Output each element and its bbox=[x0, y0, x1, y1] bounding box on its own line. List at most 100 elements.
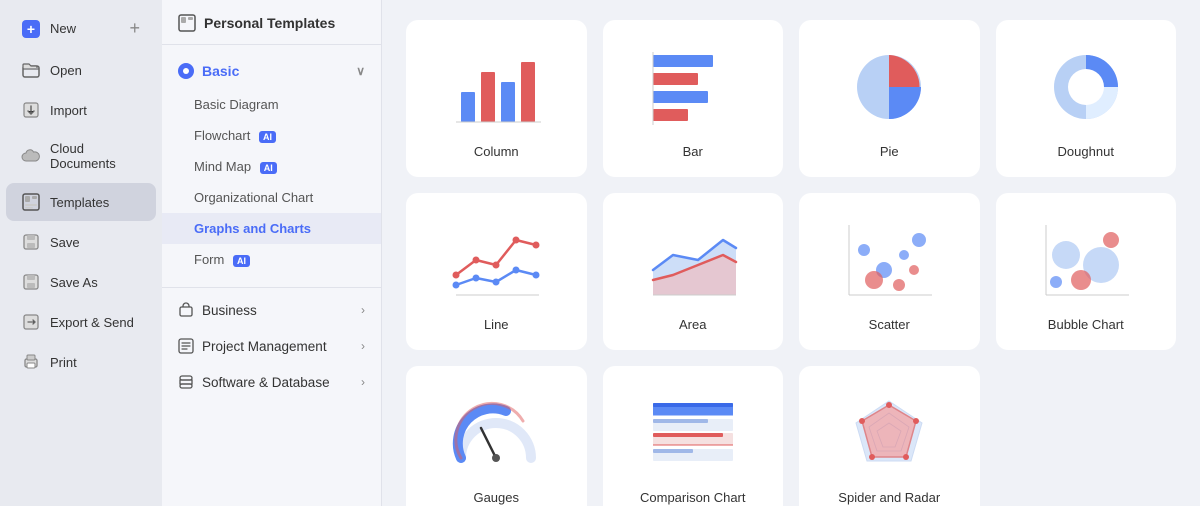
chart-preview-doughnut bbox=[1036, 42, 1136, 132]
business-label: Business bbox=[202, 303, 257, 318]
personal-templates-label: Personal Templates bbox=[204, 15, 335, 31]
software-database-icon bbox=[178, 374, 194, 390]
chart-preview-pie bbox=[839, 42, 939, 132]
chart-preview-scatter bbox=[839, 215, 939, 305]
save-icon bbox=[22, 233, 40, 251]
chart-card-pie[interactable]: Pie bbox=[799, 20, 980, 177]
business-icon bbox=[178, 302, 194, 318]
chart-card-area[interactable]: Area bbox=[603, 193, 784, 350]
import-icon bbox=[22, 101, 40, 119]
nav-sub-graphs-charts[interactable]: Graphs and Charts bbox=[162, 213, 381, 244]
chart-grid: Column Bar bbox=[406, 20, 1176, 506]
sidebar-item-import[interactable]: Import bbox=[6, 91, 156, 129]
templates-icon bbox=[22, 193, 40, 211]
chart-card-scatter[interactable]: Scatter bbox=[799, 193, 980, 350]
graphs-charts-label: Graphs and Charts bbox=[194, 221, 311, 236]
nav-sub-mindmap[interactable]: Mind Map AI bbox=[162, 151, 381, 182]
flowchart-label: Flowchart bbox=[194, 128, 250, 143]
software-database-label: Software & Database bbox=[202, 375, 330, 390]
nav-top-business[interactable]: Business › bbox=[162, 292, 381, 328]
chart-card-spider[interactable]: Spider and Radar bbox=[799, 366, 980, 506]
sidebar-item-save[interactable]: Save bbox=[6, 223, 156, 261]
chart-label-line: Line bbox=[484, 317, 509, 332]
chart-preview-spider bbox=[839, 388, 939, 478]
main-content: Column Bar bbox=[382, 0, 1200, 506]
nav-section-basic: Basic ∨ Basic Diagram Flowchart AI Mind … bbox=[162, 45, 381, 283]
mindmap-ai-badge: AI bbox=[260, 162, 277, 174]
chart-label-scatter: Scatter bbox=[869, 317, 910, 332]
chart-card-line[interactable]: Line bbox=[406, 193, 587, 350]
divider-1 bbox=[162, 287, 381, 288]
basic-icon bbox=[178, 63, 194, 79]
open-icon bbox=[22, 61, 40, 79]
sidebar-item-open[interactable]: Open bbox=[6, 51, 156, 89]
project-chevron: › bbox=[361, 339, 365, 353]
saveas-icon bbox=[22, 273, 40, 291]
basic-diagram-label: Basic Diagram bbox=[194, 97, 279, 112]
basic-label: Basic bbox=[202, 63, 239, 79]
export-icon bbox=[22, 313, 40, 331]
org-chart-label: Organizational Chart bbox=[194, 190, 313, 205]
business-chevron: › bbox=[361, 303, 365, 317]
cloud-icon bbox=[22, 147, 40, 165]
sidebar-item-templates-label: Templates bbox=[50, 195, 109, 210]
chart-label-gauges: Gauges bbox=[473, 490, 519, 505]
flowchart-ai-badge: AI bbox=[259, 131, 276, 143]
chart-card-doughnut[interactable]: Doughnut bbox=[996, 20, 1177, 177]
sidebar-item-export-label: Export & Send bbox=[50, 315, 134, 330]
personal-templates-item[interactable]: Personal Templates bbox=[162, 0, 381, 45]
chart-card-column[interactable]: Column bbox=[406, 20, 587, 177]
chart-preview-bar bbox=[643, 42, 743, 132]
sidebar-item-templates[interactable]: Templates bbox=[6, 183, 156, 221]
add-icon: + bbox=[129, 18, 140, 39]
sidebar-item-print-label: Print bbox=[50, 355, 77, 370]
nav-sub-flowchart[interactable]: Flowchart AI bbox=[162, 120, 381, 151]
chart-preview-column bbox=[446, 42, 546, 132]
form-ai-badge: AI bbox=[233, 255, 250, 267]
chart-card-bar[interactable]: Bar bbox=[603, 20, 784, 177]
nav-sub-org-chart[interactable]: Organizational Chart bbox=[162, 182, 381, 213]
chart-label-doughnut: Doughnut bbox=[1058, 144, 1114, 159]
nav-category-basic[interactable]: Basic ∨ bbox=[162, 53, 381, 89]
nav-top-software-database[interactable]: Software & Database › bbox=[162, 364, 381, 400]
chart-label-comparison: Comparison Chart bbox=[640, 490, 746, 505]
nav-sub-basic-diagram[interactable]: Basic Diagram bbox=[162, 89, 381, 120]
chart-preview-gauges bbox=[446, 388, 546, 478]
chart-label-bar: Bar bbox=[683, 144, 703, 159]
chart-card-bubble[interactable]: Bubble Chart bbox=[996, 193, 1177, 350]
sidebar-item-open-label: Open bbox=[50, 63, 82, 78]
chart-preview-comparison bbox=[643, 388, 743, 478]
plus-icon: + bbox=[22, 20, 40, 38]
chart-card-gauges[interactable]: Gauges bbox=[406, 366, 587, 506]
chart-preview-bubble bbox=[1036, 215, 1136, 305]
chart-label-area: Area bbox=[679, 317, 706, 332]
project-management-icon bbox=[178, 338, 194, 354]
sidebar-item-cloud[interactable]: Cloud Documents bbox=[6, 131, 156, 181]
basic-chevron: ∨ bbox=[356, 64, 365, 78]
sidebar-item-save-label: Save bbox=[50, 235, 80, 250]
chart-preview-line bbox=[446, 215, 546, 305]
chart-preview-area bbox=[643, 215, 743, 305]
sidebar-item-new-label: New bbox=[50, 21, 76, 36]
software-db-chevron: › bbox=[361, 375, 365, 389]
middle-panel: Personal Templates Basic ∨ Basic Diagram… bbox=[162, 0, 382, 506]
sidebar-item-new[interactable]: + New + bbox=[6, 8, 156, 49]
sidebar-item-export[interactable]: Export & Send bbox=[6, 303, 156, 341]
chart-card-comparison[interactable]: Comparison Chart bbox=[603, 366, 784, 506]
chart-label-spider: Spider and Radar bbox=[838, 490, 940, 505]
nav-top-project-management[interactable]: Project Management › bbox=[162, 328, 381, 364]
form-label: Form bbox=[194, 252, 224, 267]
print-icon bbox=[22, 353, 40, 371]
sidebar-item-cloud-label: Cloud Documents bbox=[50, 141, 140, 171]
project-management-label: Project Management bbox=[202, 339, 327, 354]
sidebar-item-import-label: Import bbox=[50, 103, 87, 118]
chart-label-column: Column bbox=[474, 144, 519, 159]
sidebar-item-saveas[interactable]: Save As bbox=[6, 263, 156, 301]
sidebar-item-print[interactable]: Print bbox=[6, 343, 156, 381]
personal-templates-icon bbox=[178, 14, 196, 32]
chart-label-bubble: Bubble Chart bbox=[1048, 317, 1124, 332]
chart-label-pie: Pie bbox=[880, 144, 899, 159]
sidebar: + New + Open Import Cloud Documents Temp… bbox=[0, 0, 162, 506]
sidebar-item-saveas-label: Save As bbox=[50, 275, 98, 290]
nav-sub-form[interactable]: Form AI bbox=[162, 244, 381, 275]
